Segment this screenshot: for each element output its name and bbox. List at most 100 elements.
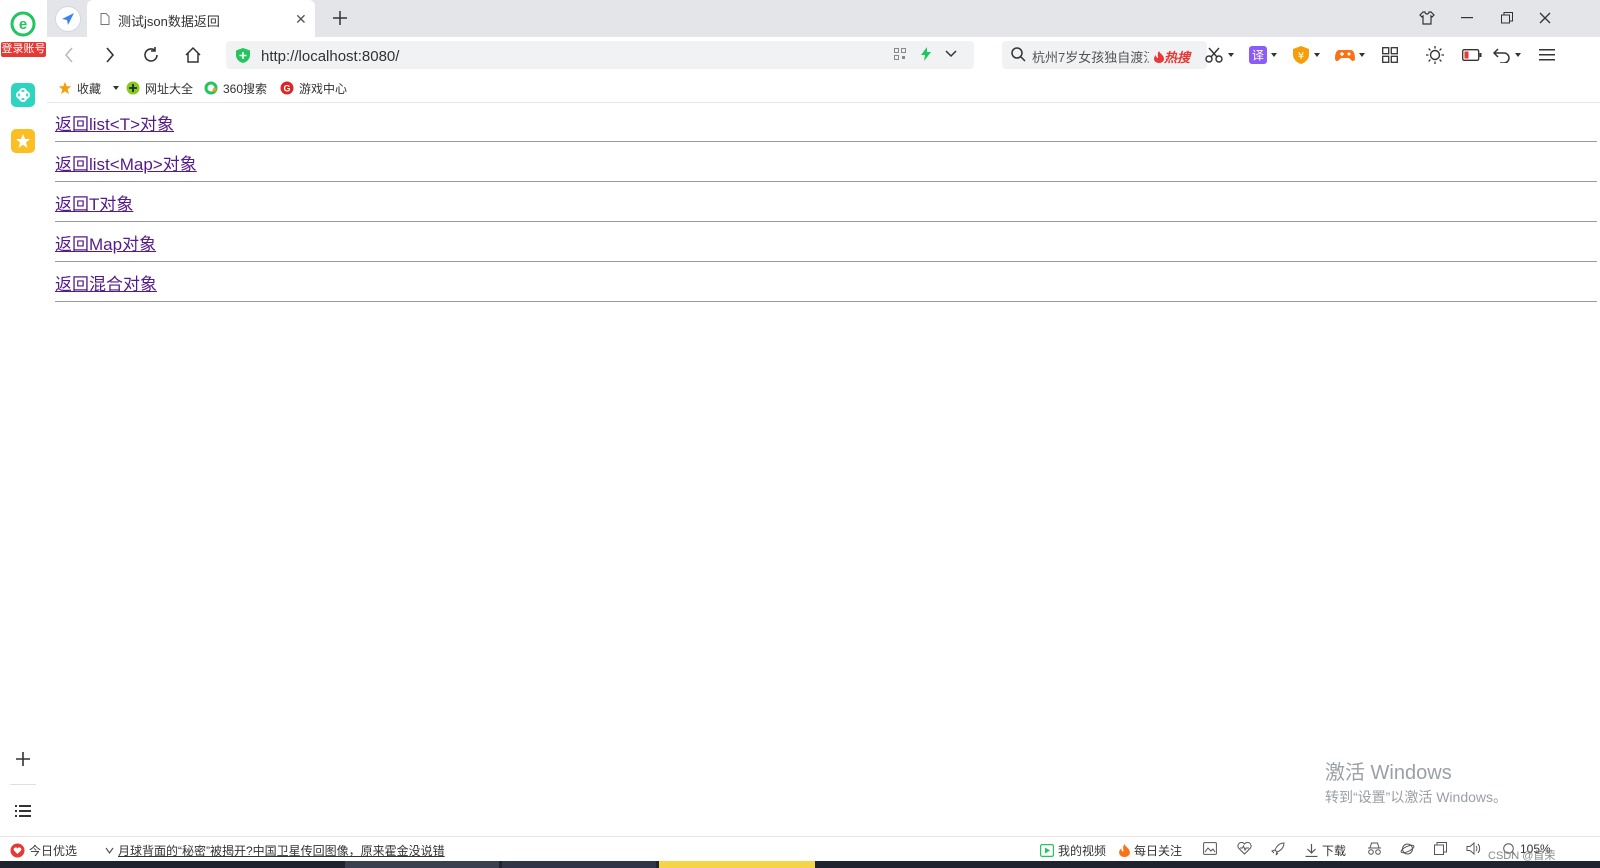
apps-grid-icon[interactable] xyxy=(1378,44,1402,66)
taskbar-item-active[interactable] xyxy=(659,861,815,868)
horizontal-rule xyxy=(55,301,1597,302)
clover-app-icon[interactable] xyxy=(11,83,35,107)
search-box[interactable]: 杭州7岁女孩独自渡江 热搜 xyxy=(1002,41,1207,69)
search-suggestion-text[interactable]: 杭州7岁女孩独自渡江 xyxy=(1032,47,1149,66)
list-item: 返回T对象 xyxy=(55,190,1597,222)
my-video-button[interactable]: 我的视频 xyxy=(1040,842,1106,859)
taskbar-item[interactable] xyxy=(502,861,656,868)
incognito-icon[interactable] xyxy=(1367,842,1382,855)
news-headline-link[interactable]: 月球背面的“秘密”被揭开?中国卫星传回图像，原来霍金没说错 xyxy=(118,842,445,859)
address-bar[interactable] xyxy=(226,41,974,69)
hot-search-badge[interactable]: 热搜 xyxy=(1154,47,1190,66)
sidebar-divider xyxy=(10,784,36,785)
login-account-button[interactable]: 登录账号 xyxy=(1,42,46,57)
page-content: 返回list<T>对象 返回list<Map>对象 返回T对象 返回Map对象 … xyxy=(47,103,1600,836)
search-icon xyxy=(1011,47,1026,65)
link-return-list-map[interactable]: 返回list<Map>对象 xyxy=(55,155,197,174)
game-center-icon: G xyxy=(280,81,294,95)
coupon-dropdown-caret[interactable] xyxy=(1314,53,1320,57)
screenshot-image-icon[interactable] xyxy=(1203,842,1217,855)
os-taskbar xyxy=(0,861,1600,868)
sidebar-menu-list-icon[interactable] xyxy=(12,800,34,822)
link-return-t[interactable]: 返回T对象 xyxy=(55,195,133,214)
horizontal-rule xyxy=(55,261,1597,262)
list-item: 返回list<Map>对象 xyxy=(55,150,1597,182)
today-picks-label: 今日优选 xyxy=(29,844,78,858)
ie-compat-icon[interactable] xyxy=(1400,842,1415,856)
chevron-down-icon xyxy=(105,847,114,855)
health-heart-icon[interactable] xyxy=(1237,842,1252,855)
rocket-accelerate-icon[interactable] xyxy=(1271,842,1285,856)
video-play-icon xyxy=(1040,844,1054,857)
bookmark-game-center[interactable]: G 游戏中心 xyxy=(280,79,347,97)
today-picks-button[interactable]: 今日优选 xyxy=(10,842,77,859)
download-label: 下载 xyxy=(1322,844,1347,858)
news-ticker[interactable]: 月球背面的“秘密”被揭开?中国卫星传回图像，原来霍金没说错 xyxy=(105,842,445,859)
web-directory-icon xyxy=(126,81,140,95)
bookmark-label: 网址大全 xyxy=(145,81,194,96)
reload-icon[interactable] xyxy=(139,44,163,66)
url-input[interactable] xyxy=(259,44,863,68)
page-document-icon xyxy=(100,13,110,28)
speaker-volume-icon[interactable] xyxy=(1466,842,1481,855)
taskbar-item[interactable] xyxy=(345,861,499,868)
daily-follow-button[interactable]: 每日关注 xyxy=(1119,842,1182,859)
360-search-icon xyxy=(204,81,218,95)
hot-search-label: 热搜 xyxy=(1164,50,1191,65)
restore-icon[interactable] xyxy=(1495,7,1519,29)
horizontal-rule xyxy=(55,181,1597,182)
translate-dropdown-caret[interactable] xyxy=(1271,53,1277,57)
download-arrow-icon xyxy=(1305,844,1318,857)
navigation-compass-icon[interactable] xyxy=(55,6,81,32)
browser-logo-icon[interactable]: e xyxy=(9,10,37,38)
link-return-mixed[interactable]: 返回混合对象 xyxy=(55,275,157,294)
undo-dropdown-caret[interactable] xyxy=(1515,53,1521,57)
qr-code-icon[interactable] xyxy=(894,48,906,63)
download-button[interactable]: 下载 xyxy=(1305,842,1346,859)
main-menu-icon[interactable] xyxy=(1535,44,1559,66)
forward-button[interactable] xyxy=(98,44,122,66)
add-sidebar-app-icon[interactable] xyxy=(12,748,34,770)
navigation-toolbar: 杭州7岁女孩独自渡江 热搜 译 ¥ xyxy=(47,37,1600,73)
tab-active[interactable]: 测试json数据返回 ✕ xyxy=(87,0,315,37)
watermark-title: 激活 Windows xyxy=(1325,762,1452,784)
scissors-dropdown-caret[interactable] xyxy=(1228,53,1234,57)
tab-close-icon[interactable]: ✕ xyxy=(295,11,307,28)
tab-strip: 测试json数据返回 ✕ xyxy=(47,0,1600,37)
heart-icon xyxy=(10,843,25,858)
minimize-icon[interactable] xyxy=(1455,7,1479,29)
list-item: 返回Map对象 xyxy=(55,230,1597,262)
back-button[interactable] xyxy=(57,44,81,66)
list-item: 返回混合对象 xyxy=(55,270,1597,302)
window-copy-icon[interactable] xyxy=(1434,842,1447,855)
link-return-map[interactable]: 返回Map对象 xyxy=(55,235,156,254)
link-return-list-t[interactable]: 返回list<T>对象 xyxy=(55,115,174,134)
svg-text:e: e xyxy=(19,16,27,33)
undo-icon[interactable] xyxy=(1490,44,1514,66)
new-tab-button[interactable] xyxy=(329,7,351,29)
home-icon[interactable] xyxy=(181,44,205,66)
close-window-icon[interactable] xyxy=(1533,7,1557,29)
game-dropdown-caret[interactable] xyxy=(1359,53,1365,57)
favorites-star-icon[interactable] xyxy=(11,129,35,153)
secure-shield-icon xyxy=(236,48,250,66)
translate-icon[interactable]: 译 xyxy=(1246,44,1270,66)
brightness-sun-icon[interactable] xyxy=(1423,44,1447,66)
bookmark-label: 收藏 xyxy=(77,81,102,96)
scissors-icon[interactable] xyxy=(1202,44,1226,66)
bookmark-360-search[interactable]: 360搜索 xyxy=(204,79,267,97)
shopping-coupon-icon[interactable]: ¥ xyxy=(1289,44,1313,66)
favorites-dropdown-caret[interactable] xyxy=(113,86,120,90)
game-controller-icon[interactable] xyxy=(1333,44,1357,66)
tab-title: 测试json数据返回 xyxy=(118,14,220,29)
bookmarks-bar: 收藏 网址大全 360搜索 G 游戏中心 xyxy=(47,73,1600,103)
chevron-down-icon[interactable] xyxy=(944,47,958,64)
status-bar: 今日优选 月球背面的“秘密”被揭开?中国卫星传回图像，原来霍金没说错 我的视频 … xyxy=(0,836,1600,862)
bookmark-web-directory[interactable]: 网址大全 xyxy=(126,79,193,97)
star-icon xyxy=(58,81,72,95)
speed-mode-bolt-icon[interactable] xyxy=(921,47,931,64)
svg-text:G: G xyxy=(283,84,290,94)
battery-saver-icon[interactable] xyxy=(1460,44,1484,66)
bookmark-favorites[interactable]: 收藏 xyxy=(58,79,120,97)
skin-shirt-icon[interactable] xyxy=(1415,7,1439,29)
